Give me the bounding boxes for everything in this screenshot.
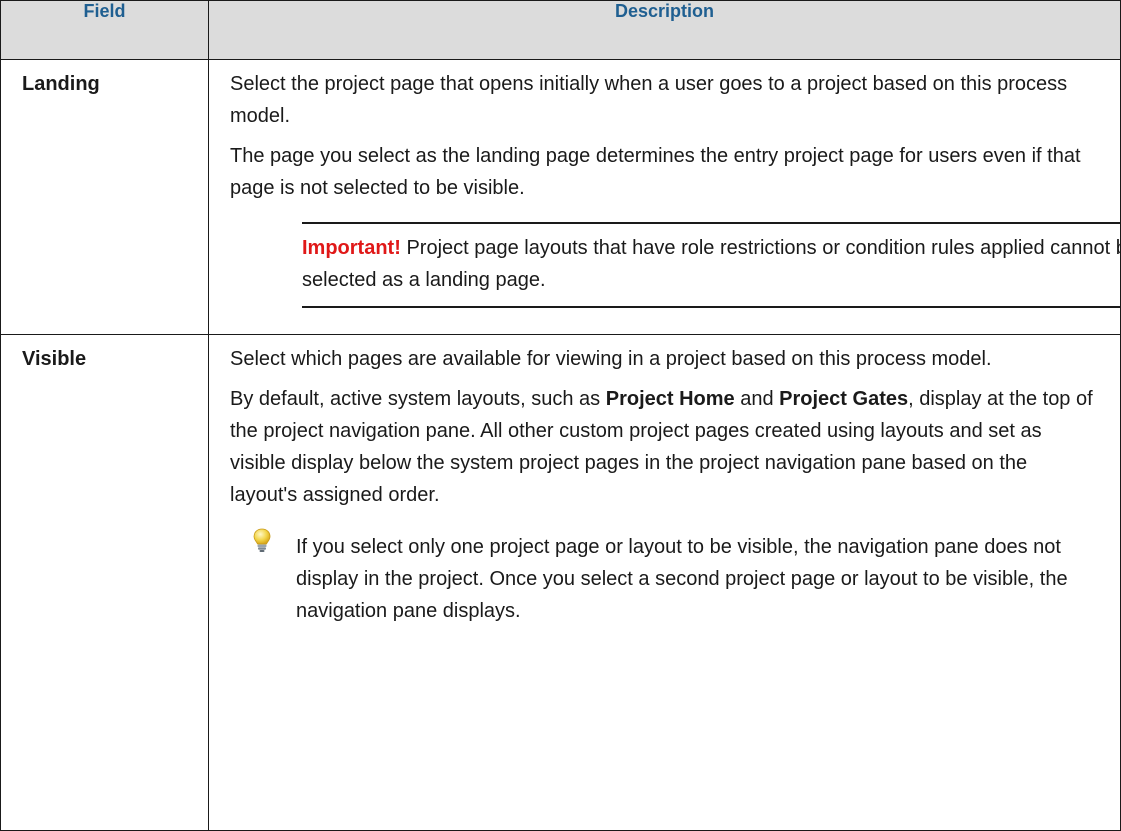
visible-paragraph-1: Select which pages are available for vie… [230, 348, 992, 370]
term-project-gates: Project Gates [779, 388, 909, 410]
description-cell: Select which pages are available for vie… [208, 334, 1121, 831]
tip-text: If you select only one project page or l… [296, 536, 1068, 622]
field-name-landing: Landing [22, 73, 100, 95]
header-description: Description [208, 0, 1121, 60]
table-header-row: Field Description [0, 0, 1121, 60]
landing-paragraph-1: Select the project page that opens initi… [230, 73, 1068, 127]
header-field: Field [0, 0, 209, 60]
field-cell: Visible [0, 334, 209, 831]
visible-p2-text-a: By default, active system layouts, such … [230, 388, 606, 410]
landing-paragraph-2: The page you select as the landing page … [230, 145, 1081, 199]
visible-p2-text-c: and [734, 388, 780, 410]
term-project-home: Project Home [605, 388, 735, 410]
important-text: Project page layouts that have role rest… [302, 237, 1121, 291]
field-description-table: Field Description Landing Select the pro… [0, 0, 1121, 831]
field-name-visible: Visible [22, 348, 87, 370]
important-label: Important! [302, 237, 401, 259]
important-note: Important! Project page layouts that hav… [302, 222, 1121, 308]
visible-paragraph-2: By default, active system layouts, such … [230, 383, 1098, 511]
tip-note: If you select only one project page or l… [230, 528, 1098, 627]
table-row: Visible Select which pages are available… [0, 334, 1121, 831]
table-row: Landing Select the project page that ope… [0, 59, 1121, 335]
description-cell: Select the project page that opens initi… [208, 59, 1121, 335]
field-cell: Landing [0, 59, 209, 335]
lightbulb-icon [250, 528, 280, 563]
